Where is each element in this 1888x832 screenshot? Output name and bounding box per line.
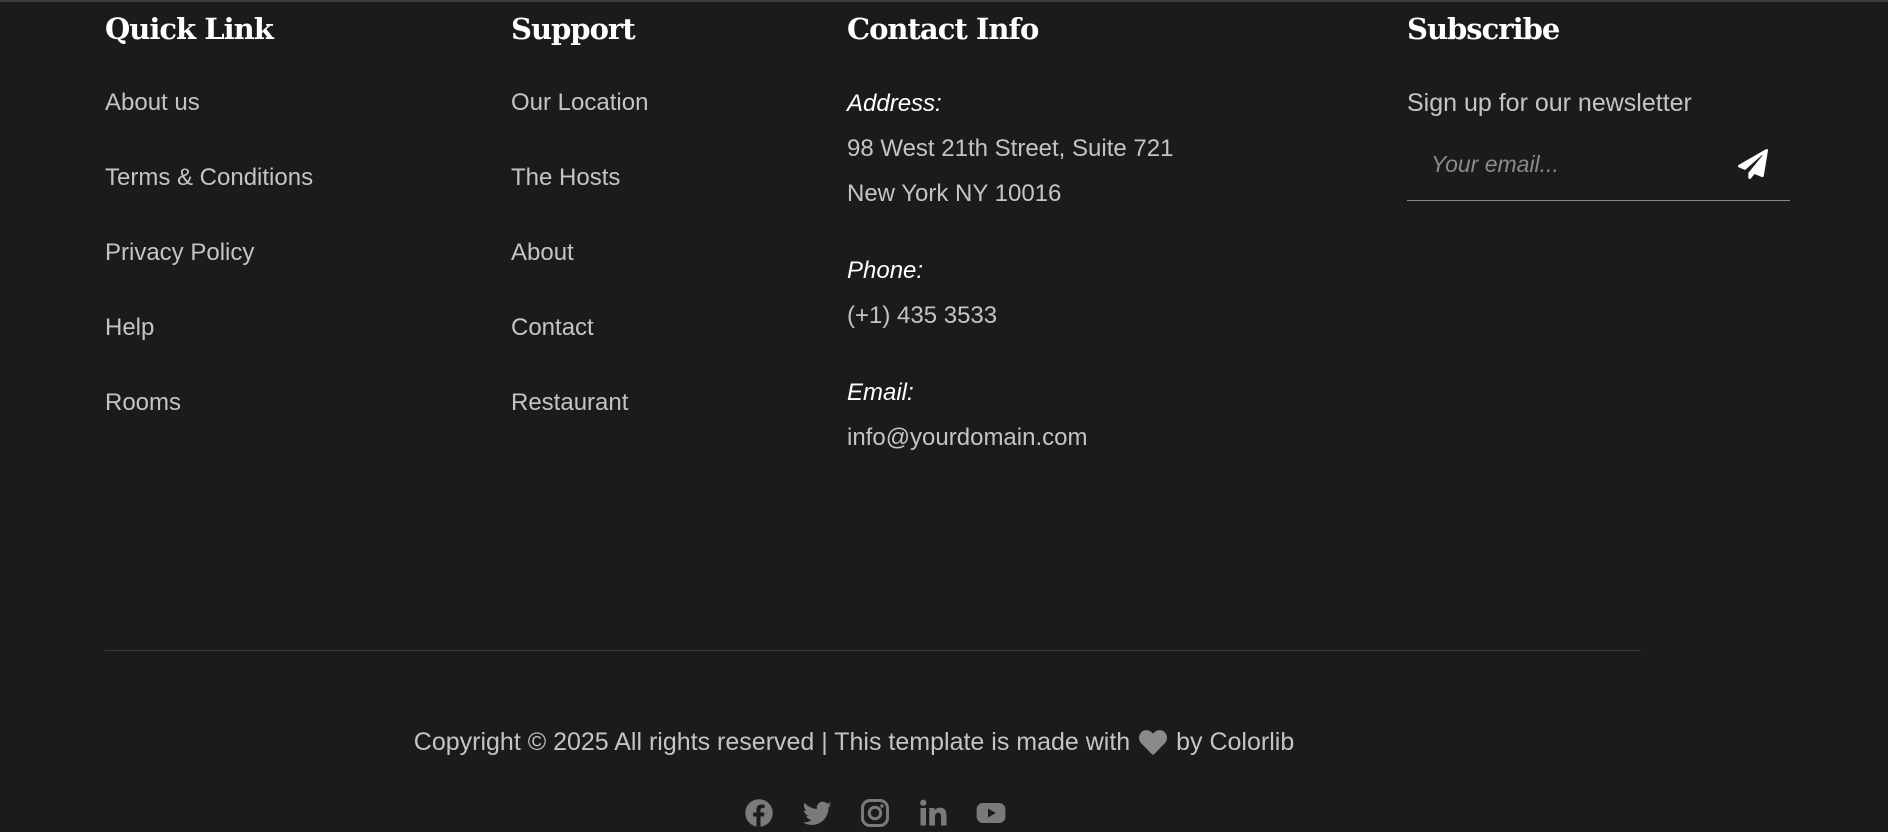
youtube-icon [976,803,1006,823]
subscribe-text: Sign up for our newsletter [1407,89,1692,117]
address-line-1: 98 West 21th Street, Suite 721 [847,135,1174,162]
instagram-icon [861,799,889,827]
email-input[interactable] [1407,140,1727,188]
linkedin-icon [920,799,947,826]
phone-block: Phone: (+1) 435 3533 [847,249,997,338]
top-border [0,0,1888,2]
list-item: The Hosts [511,158,648,233]
list-item: Terms & Conditions [105,158,313,233]
subscribe-form [1407,140,1790,201]
email-block: Email: info@yourdomain.com [847,371,1087,460]
twitter-link[interactable] [802,798,832,828]
address-block: Address: 98 West 21th Street, Suite 721 … [847,82,1173,216]
about-us-link[interactable]: About us [105,83,200,123]
paper-plane-icon [1738,149,1768,179]
copyright: Copyright © 2025 All rights reserved | T… [0,728,1708,757]
facebook-icon [745,799,773,827]
subscribe-button[interactable] [1717,140,1789,188]
terms-link[interactable]: Terms & Conditions [105,158,313,198]
restaurant-link[interactable]: Restaurant [511,383,628,423]
facebook-link[interactable] [744,798,774,828]
copyright-text: Copyright © 2025 All rights reserved | T… [413,728,1131,756]
list-item: About [511,233,648,308]
address-label: Address: [847,90,942,117]
colorlib-link[interactable]: by Colorlib [1176,728,1294,756]
privacy-policy-link[interactable]: Privacy Policy [105,233,254,273]
heart-icon [1139,730,1168,756]
email-label: Email: [847,379,914,406]
rooms-link[interactable]: Rooms [105,383,181,423]
phone-label: Phone: [847,257,924,284]
twitter-icon [802,801,832,825]
list-item: About us [105,83,313,158]
quick-link-heading: Quick Link [105,12,274,46]
quick-link-list: About us Terms & Conditions Privacy Poli… [105,83,313,458]
instagram-link[interactable] [860,798,890,828]
contact-heading: Contact Info [847,12,1039,46]
support-list: Our Location The Hosts About Contact Res… [511,83,648,458]
list-item: Restaurant [511,383,648,458]
contact-link[interactable]: Contact [511,308,594,348]
the-hosts-link[interactable]: The Hosts [511,158,620,198]
phone-value: (+1) 435 3533 [847,302,998,329]
social-links [744,798,1006,828]
list-item: Contact [511,308,648,383]
youtube-link[interactable] [976,798,1006,828]
support-heading: Support [511,12,636,46]
email-value: info@yourdomain.com [847,424,1088,451]
subscribe-heading: Subscribe [1407,12,1560,46]
list-item: Help [105,308,313,383]
help-link[interactable]: Help [105,308,154,348]
address-line-2: New York NY 10016 [847,180,1062,207]
footer-divider [105,650,1641,651]
our-location-link[interactable]: Our Location [511,83,648,123]
list-item: Our Location [511,83,648,158]
about-link[interactable]: About [511,233,574,273]
linkedin-link[interactable] [918,798,948,828]
list-item: Rooms [105,383,313,458]
list-item: Privacy Policy [105,233,313,308]
